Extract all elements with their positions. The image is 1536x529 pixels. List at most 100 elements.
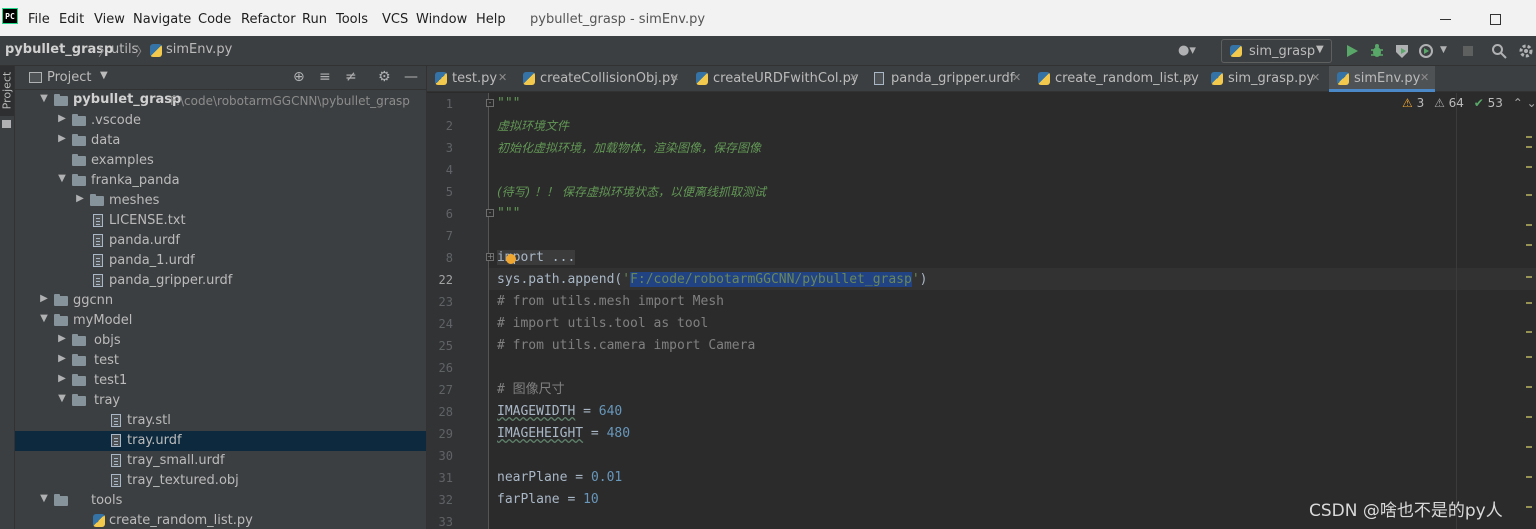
chevron-down-icon[interactable]: ▼ (56, 173, 68, 184)
maximize-icon[interactable] (1490, 14, 1501, 25)
warning-mark[interactable] (1526, 356, 1532, 358)
warning-mark[interactable] (1526, 146, 1532, 148)
intention-bulb-icon[interactable] (506, 254, 516, 264)
warning-mark[interactable] (1526, 194, 1532, 196)
chevron-down-icon[interactable]: ⌄ (1527, 96, 1536, 110)
locate-icon[interactable]: ⊕ (293, 69, 305, 85)
warning-mark[interactable] (1526, 416, 1532, 418)
chevron-down-icon[interactable]: ▼ (38, 93, 50, 104)
run-configuration-select[interactable]: sim_grasp ▼ (1221, 39, 1332, 63)
close-icon[interactable]: ✕ (1420, 71, 1429, 84)
fold-icon[interactable]: - (486, 209, 494, 217)
menu-file[interactable]: File (28, 12, 50, 27)
search-icon[interactable] (1491, 43, 1507, 59)
tree-item-tray-urdf[interactable]: tray.urdf (15, 431, 426, 451)
gear-icon[interactable]: ⚙ (378, 69, 391, 85)
warning-mark[interactable] (1526, 386, 1532, 388)
tree-item-panda-1-urdf[interactable]: panda_1.urdf (15, 251, 426, 271)
tree-item-tools[interactable]: ▼ tools (15, 491, 426, 511)
tree-item-meshes[interactable]: ▶ meshes (15, 191, 426, 211)
chevron-down-icon[interactable]: ▼ (38, 313, 50, 324)
menu-code[interactable]: Code (198, 12, 231, 27)
collapse-all-icon[interactable]: ≠ (345, 69, 357, 85)
coverage-icon[interactable] (1394, 43, 1410, 59)
menu-edit[interactable]: Edit (59, 12, 84, 27)
tree-item-data[interactable]: ▶ data (15, 131, 426, 151)
warning-mark[interactable] (1526, 302, 1532, 304)
debug-icon[interactable] (1369, 43, 1385, 59)
tree-item-license[interactable]: LICENSE.txt (15, 211, 426, 231)
tree-item-objs[interactable]: ▶ objs (15, 331, 426, 351)
tree-item-franka-panda[interactable]: ▼ franka_panda (15, 171, 426, 191)
chevron-right-icon[interactable]: ▶ (56, 113, 68, 124)
tab-create-random-list-py[interactable]: create_random_list.py ✕ (1030, 66, 1199, 92)
profile-icon[interactable] (1418, 43, 1434, 59)
warning-mark[interactable] (1526, 506, 1532, 508)
tree-item-test[interactable]: ▶ test (15, 351, 426, 371)
chevron-right-icon[interactable]: ▶ (38, 293, 50, 304)
tree-item-mymodel[interactable]: ▼ myModel (15, 311, 426, 331)
tree-item-vscode[interactable]: ▶ .vscode (15, 111, 426, 131)
tree-item-tray-textured-obj[interactable]: tray_textured.obj (15, 471, 426, 491)
tree-item-tray-stl[interactable]: tray.stl (15, 411, 426, 431)
chevron-right-icon[interactable]: ▶ (56, 133, 68, 144)
warning-mark[interactable] (1526, 476, 1532, 478)
menu-window[interactable]: Window (416, 12, 467, 27)
tab-simenv-py[interactable]: simEnv.py ✕ (1329, 66, 1435, 92)
tree-item-test1[interactable]: ▶ test1 (15, 371, 426, 391)
chevron-down-icon[interactable]: ▼ (100, 70, 108, 81)
fold-icon[interactable]: - (486, 99, 494, 107)
chevron-down-icon[interactable]: ▼ (38, 493, 50, 504)
chevron-right-icon[interactable]: ▶ (56, 373, 68, 384)
menu-refactor[interactable]: Refactor (241, 12, 296, 27)
tree-item-ggcnn[interactable]: ▶ ggcnn (15, 291, 426, 311)
chevron-right-icon[interactable]: ▶ (56, 353, 68, 364)
folder-icon[interactable] (2, 120, 11, 128)
close-icon[interactable]: ✕ (498, 71, 507, 84)
close-icon[interactable]: ✕ (670, 71, 679, 84)
close-icon[interactable]: ✕ (1184, 71, 1193, 84)
inspection-widget[interactable]: ⚠ 3 ⚠ 64 ✔ 53 ⌃ ⌄ (1402, 96, 1536, 114)
tab-createcollisionobj-py[interactable]: createCollisionObj.py ✕ (515, 66, 685, 92)
warning-mark[interactable] (1526, 136, 1532, 138)
user-icon[interactable]: ●▾ (1178, 43, 1200, 59)
minimize-icon[interactable] (1440, 19, 1451, 20)
menu-navigate[interactable]: Navigate (133, 12, 191, 27)
project-tool-button[interactable]: Project (0, 66, 14, 116)
tree-item-panda-gripper-urdf[interactable]: panda_gripper.urdf (15, 271, 426, 291)
expand-all-icon[interactable]: ≡ (319, 69, 331, 85)
chevron-right-icon[interactable]: ▶ (74, 193, 86, 204)
warning-mark[interactable] (1526, 331, 1532, 333)
warning-mark[interactable] (1526, 276, 1532, 278)
stop-icon[interactable] (1460, 43, 1476, 59)
tree-item-examples[interactable]: examples (15, 151, 426, 171)
tree-item-panda-urdf[interactable]: panda.urdf (15, 231, 426, 251)
chevron-up-icon[interactable]: ⌃ (1513, 96, 1523, 110)
breadcrumb-folder[interactable]: utils (111, 42, 138, 57)
fold-icon[interactable]: + (486, 253, 494, 261)
menu-vcs[interactable]: VCS (382, 12, 408, 27)
tree-item-tray-small-urdf[interactable]: tray_small.urdf (15, 451, 426, 471)
tree-item-create-random-list[interactable]: create_random_list.py (15, 511, 426, 529)
close-icon[interactable]: ✕ (849, 71, 858, 84)
warning-mark[interactable] (1526, 166, 1532, 168)
run-icon[interactable] (1344, 43, 1360, 59)
tab-test-py[interactable]: test.py ✕ (427, 66, 513, 92)
breadcrumb-file[interactable]: simEnv.py (166, 42, 232, 57)
close-icon[interactable]: ✕ (1012, 71, 1021, 84)
tab-panda-gripper-urdf[interactable]: panda_gripper.urdf ✕ (866, 66, 1028, 92)
close-icon[interactable]: ✕ (1311, 71, 1320, 84)
menu-view[interactable]: View (94, 12, 125, 27)
warning-mark[interactable] (1526, 446, 1532, 448)
tab-sim-grasp-py[interactable]: sim_grasp.py ✕ (1203, 66, 1327, 92)
menu-help[interactable]: Help (476, 12, 506, 27)
warning-mark[interactable] (1526, 224, 1532, 226)
project-panel-title[interactable]: Project (47, 70, 91, 85)
tree-item-pybullet-grasp[interactable]: ▼ pybullet_grasp F:\code\robotarmGGCNN\p… (15, 91, 426, 111)
settings-icon[interactable] (1518, 43, 1534, 59)
warning-mark[interactable] (1526, 244, 1532, 246)
menu-tools[interactable]: Tools (336, 12, 368, 27)
tree-item-tray[interactable]: ▼ tray (15, 391, 426, 411)
chevron-down-icon[interactable]: ▼ (56, 393, 68, 404)
chevron-down-icon[interactable]: ▼ (1440, 45, 1456, 61)
